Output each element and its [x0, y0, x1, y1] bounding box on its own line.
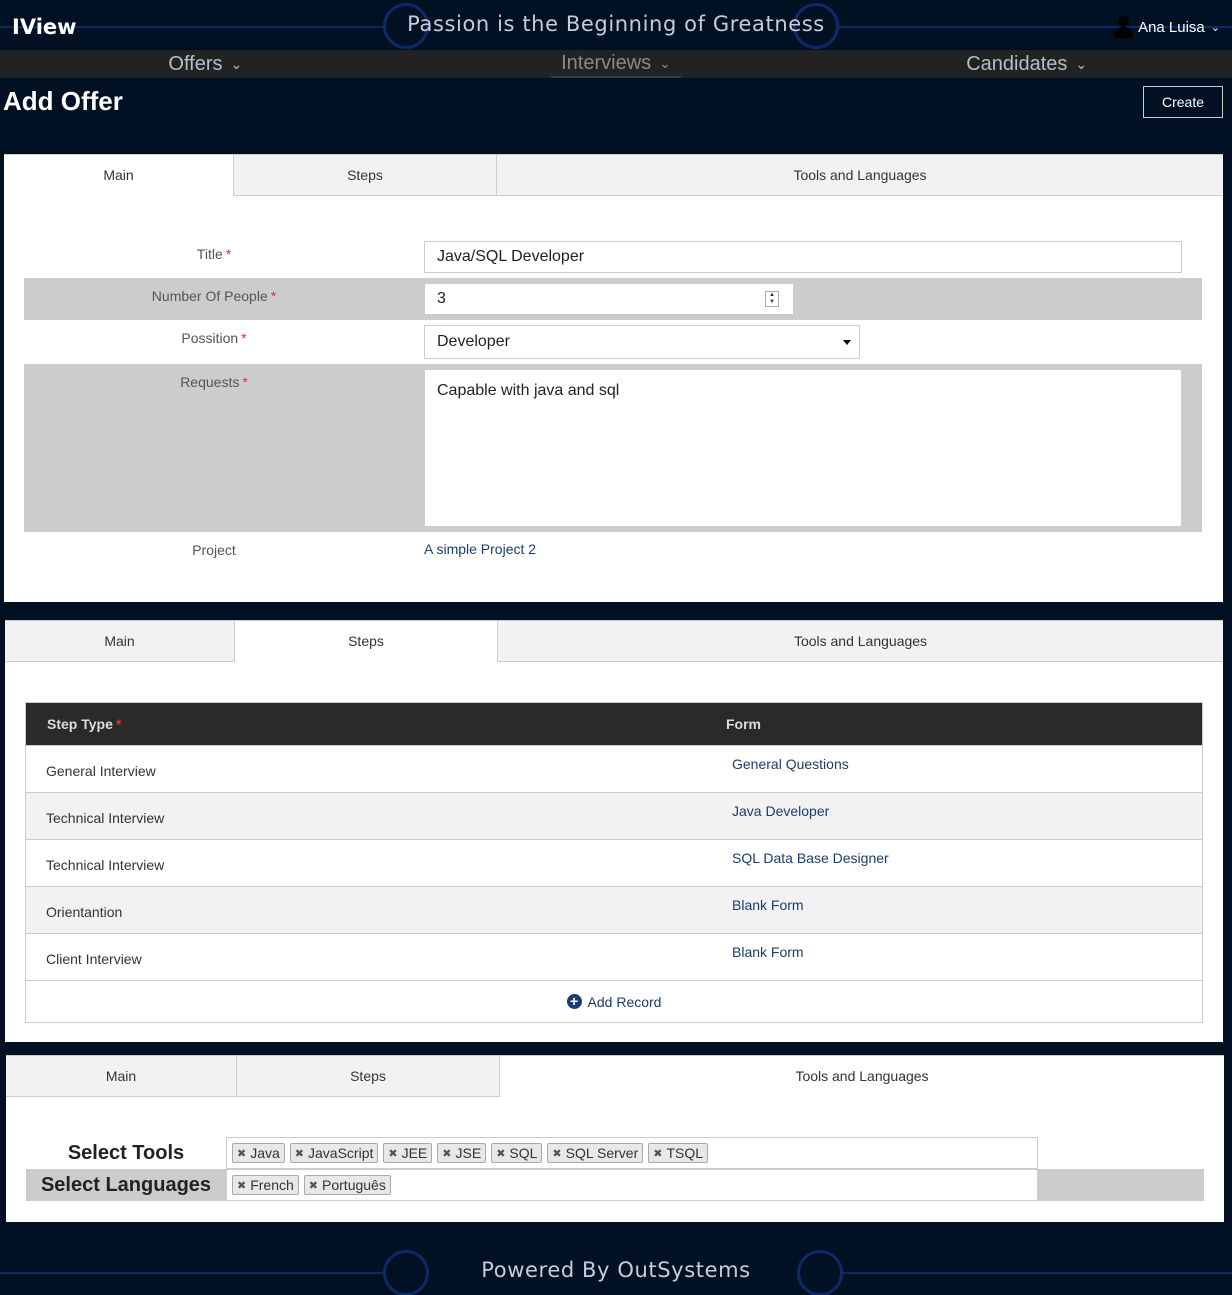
main-panel: Main Steps Tools and Languages Title * Ja… — [4, 154, 1223, 602]
tag-chip: ✖ JEE — [383, 1143, 433, 1163]
tab-steps[interactable]: Steps — [237, 1055, 500, 1096]
table-row: Technical Interview SQL Data Base Design… — [26, 839, 1202, 886]
tag-chip: ✖ Java — [232, 1143, 285, 1163]
table-row: Technical Interview Java Developer — [26, 792, 1202, 839]
tag-chip: ✖ JavaScript — [289, 1143, 379, 1163]
table-header: Step Type * Form — [26, 703, 1202, 745]
step-type-cell[interactable]: Client Interview — [26, 934, 732, 980]
tools-row: Select Tools ✖ Java ✖ JavaScript ✖ JEE ✖ JSE… — [26, 1137, 1204, 1169]
project-link[interactable]: A simple Project 2 — [424, 541, 536, 557]
tab-steps[interactable]: Steps — [234, 154, 497, 195]
plus-circle-icon: + — [566, 994, 582, 1009]
main-menu: Offers ⌄ Interviews ⌄ Candidates ⌄ — [0, 50, 1232, 78]
project-row: Project — [24, 532, 1202, 572]
position-label: Possition * — [181, 330, 247, 346]
chevron-down-icon: ⌄ — [1075, 55, 1088, 72]
remove-icon[interactable]: ✖ — [552, 1147, 561, 1160]
tab-tools-languages[interactable]: Tools and Languages — [497, 154, 1223, 195]
chevron-down-icon: ⌄ — [1210, 21, 1220, 34]
tab-tools-languages[interactable]: Tools and Languages — [500, 1055, 1224, 1097]
remove-icon[interactable]: ✖ — [496, 1147, 505, 1160]
remove-icon[interactable]: ✖ — [442, 1147, 451, 1160]
tag-chip: ✖ French — [232, 1175, 299, 1195]
tab-main[interactable]: Main — [6, 1055, 237, 1096]
tab-bar: Main Steps Tools and Languages — [6, 1055, 1224, 1097]
menu-label: Offers — [168, 52, 223, 75]
tab-bar: Main Steps Tools and Languages — [5, 620, 1223, 662]
requests-textarea[interactable]: Capable with java and sql — [424, 369, 1182, 527]
tools-label: Select Tools — [67, 1142, 185, 1164]
people-label: Number Of People * — [151, 288, 277, 304]
tab-main[interactable]: Main — [5, 620, 235, 661]
remove-icon[interactable]: ✖ — [653, 1147, 662, 1160]
table-row: Orientantion Blank Form — [26, 886, 1202, 933]
tag-chip: ✖ SQL Server — [547, 1143, 644, 1163]
menu-label: Interviews — [561, 51, 652, 74]
title-label: Title * — [196, 246, 232, 262]
add-record-button[interactable]: + Add Record — [26, 980, 1202, 1022]
remove-icon[interactable]: ✖ — [388, 1147, 397, 1160]
add-record-label: Add Record — [587, 993, 662, 1010]
project-label: Project — [192, 542, 236, 558]
number-stepper[interactable]: ▲ ▼ — [765, 291, 779, 307]
form-link[interactable]: SQL Data Base Designer — [732, 840, 889, 886]
menu-offers[interactable]: Offers ⌄ — [0, 50, 411, 78]
menu-candidates[interactable]: Candidates ⌄ — [821, 50, 1232, 78]
form-link[interactable]: Java Developer — [732, 793, 829, 839]
slogan: Passion is the Beginning of Greatness — [407, 12, 825, 36]
footer-text: Powered By OutSystems — [481, 1258, 751, 1282]
steps-table: Step Type * Form General Interview Genera… — [25, 702, 1203, 1023]
menu-label: Candidates — [966, 52, 1068, 75]
step-type-cell[interactable]: Orientantion — [26, 887, 732, 933]
top-header: IView Passion is the Beginning of Greatn… — [0, 0, 1232, 50]
tab-bar: Main Steps Tools and Languages — [4, 154, 1223, 196]
tab-steps[interactable]: Steps — [235, 620, 498, 662]
col-step-type: Step Type * — [47, 716, 122, 732]
remove-icon[interactable]: ✖ — [309, 1179, 318, 1192]
tab-main[interactable]: Main — [4, 154, 234, 196]
step-type-cell[interactable]: Technical Interview — [26, 793, 732, 839]
create-button[interactable]: Create — [1143, 86, 1223, 118]
tag-chip: ✖ JSE — [437, 1143, 487, 1163]
table-row: Client Interview Blank Form — [26, 933, 1202, 980]
languages-multiselect[interactable]: ✖ French ✖ Português — [226, 1169, 1038, 1201]
form-link[interactable]: Blank Form — [732, 934, 804, 980]
steps-panel: Main Steps Tools and Languages Step Type… — [5, 620, 1223, 1042]
menu-interviews[interactable]: Interviews ⌄ — [411, 50, 822, 78]
form-link[interactable]: Blank Form — [732, 887, 804, 933]
form-link[interactable]: General Questions — [732, 746, 849, 792]
requests-label: Requests * — [180, 374, 248, 390]
remove-icon[interactable]: ✖ — [237, 1147, 246, 1160]
user-icon — [1114, 16, 1134, 38]
page-title: Add Offer — [3, 86, 123, 116]
tag-chip: ✖ Português — [303, 1175, 391, 1195]
tag-chip: ✖ SQL — [491, 1143, 543, 1163]
user-menu[interactable]: Ana Luisa ⌄ — [1114, 16, 1220, 38]
tools-multiselect[interactable]: ✖ Java ✖ JavaScript ✖ JEE ✖ JSE ✖ SQL ✖ SQL Se… — [226, 1137, 1038, 1169]
languages-label: Select Languages — [40, 1174, 212, 1196]
user-name: Ana Luisa — [1138, 18, 1205, 36]
tab-tools-languages[interactable]: Tools and Languages — [498, 620, 1223, 661]
tools-languages-panel: Main Steps Tools and Languages Select To… — [6, 1055, 1224, 1222]
dropdown-arrow-icon — [843, 340, 851, 345]
chevron-down-icon: ⌄ — [659, 54, 671, 71]
step-type-cell[interactable]: General Interview — [26, 746, 732, 792]
tag-chip: ✖ TSQL — [648, 1143, 709, 1163]
table-row: General Interview General Questions — [26, 745, 1202, 792]
people-input[interactable]: 3 ▲ ▼ — [424, 283, 794, 315]
position-select[interactable]: Developer — [424, 325, 860, 359]
remove-icon[interactable]: ✖ — [237, 1179, 246, 1192]
col-form: Form — [726, 716, 761, 732]
step-type-cell[interactable]: Technical Interview — [26, 840, 732, 886]
languages-row: Select Languages ✖ French ✖ Português — [26, 1169, 1204, 1201]
title-input[interactable]: Java/SQL Developer — [424, 241, 1182, 273]
chevron-down-icon: ⌄ — [230, 55, 243, 72]
remove-icon[interactable]: ✖ — [295, 1147, 304, 1160]
footer: Powered By OutSystems — [0, 1248, 1232, 1295]
